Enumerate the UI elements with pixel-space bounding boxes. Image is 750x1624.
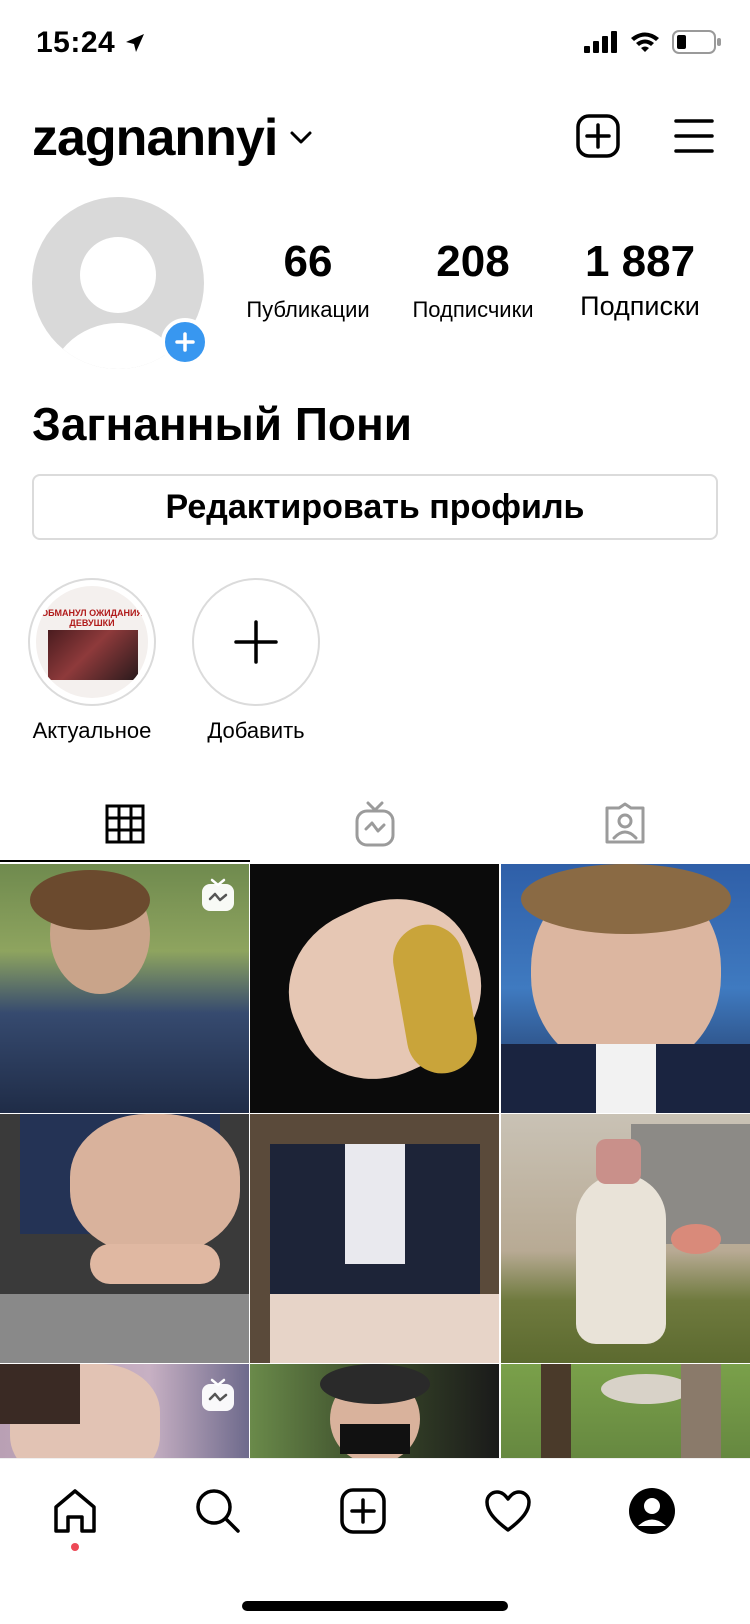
home-indicator <box>242 1601 508 1611</box>
followers-count-value: 208 <box>436 237 510 286</box>
post-thumbnail[interactable] <box>250 1364 499 1458</box>
nav-home[interactable] <box>45 1481 105 1541</box>
posts-count-value: 66 <box>283 237 333 286</box>
followers-count-label: Подписчики <box>412 297 534 322</box>
grid-icon <box>105 804 145 844</box>
new-post-button[interactable] <box>576 114 620 158</box>
photo-mushroom-cap <box>601 1374 691 1404</box>
highlight-cover[interactable]: ОБМАНУЛ ОЖИДАНИЯ ДЕВУШКИ <box>28 578 156 706</box>
status-icons <box>584 30 722 54</box>
profile-full-name: Загнанный Пони <box>32 398 413 450</box>
photo-book <box>270 1294 499 1363</box>
following-count-value: 1 887 <box>584 237 696 286</box>
status-time: 15:24 <box>36 26 147 60</box>
post-thumbnail[interactable] <box>0 1364 249 1458</box>
status-bar: 15:24 <box>0 0 750 90</box>
following-count-label: Подписки <box>580 291 700 321</box>
plus-icon <box>234 620 278 664</box>
highlight-cover-photo <box>48 630 138 680</box>
menu-button[interactable] <box>674 116 714 156</box>
photo-hair <box>0 1364 80 1424</box>
menu-icon <box>674 119 714 153</box>
posts-grid <box>0 864 750 1458</box>
nav-activity[interactable] <box>478 1481 538 1541</box>
edit-profile-button[interactable]: Редактировать профиль <box>32 474 718 540</box>
tagged-icon <box>605 802 645 844</box>
post-thumbnail[interactable] <box>0 1114 249 1363</box>
photo-statue <box>576 1174 666 1344</box>
photo-collar <box>596 1044 656 1113</box>
photo-tree <box>681 1364 721 1458</box>
nav-search[interactable] <box>188 1481 248 1541</box>
username[interactable]: zagnannyi <box>32 108 278 168</box>
post-thumbnail[interactable] <box>0 864 249 1113</box>
post-thumbnail[interactable] <box>501 864 750 1113</box>
photo-hands <box>90 1244 220 1284</box>
bottom-navigation <box>0 1458 750 1624</box>
avatar-placeholder-head <box>80 237 156 313</box>
post-thumbnail[interactable] <box>501 1114 750 1363</box>
highlight-cover-text: ОБМАНУЛ ОЖИДАНИЯ ДЕВУШКИ <box>41 608 143 628</box>
new-highlight-circle[interactable] <box>192 578 320 706</box>
profile-tabs <box>0 786 750 862</box>
followers-count[interactable]: 208 Подписчики <box>398 238 548 324</box>
photo-hair <box>30 870 150 930</box>
active-tab-indicator <box>0 860 250 862</box>
posts-count-label: Публикации <box>246 297 370 322</box>
posts-count: 66 Публикации <box>238 238 378 324</box>
following-count[interactable]: 1 887 Подписки <box>560 237 720 321</box>
location-arrow-icon <box>126 34 145 52</box>
new-post-icon <box>340 1488 386 1534</box>
highlight-label: Актуальное <box>32 718 152 743</box>
photo-ground <box>0 1294 249 1363</box>
activity-heart-icon <box>485 1490 531 1532</box>
new-highlight-label: Добавить <box>207 718 305 743</box>
igtv-icon <box>202 1378 234 1411</box>
search-icon <box>196 1489 240 1533</box>
home-icon <box>54 1489 96 1533</box>
home-activity-dot <box>71 1543 79 1551</box>
wifi-icon <box>631 32 659 52</box>
highlight-cover-image: ОБМАНУЛ ОЖИДАНИЯ ДЕВУШКИ <box>36 586 148 698</box>
photo-hair <box>320 1364 430 1404</box>
photo-shirt <box>345 1144 405 1264</box>
status-time-text: 15:24 <box>36 26 116 59</box>
nav-new-post[interactable] <box>333 1481 393 1541</box>
tab-igtv[interactable] <box>250 786 500 862</box>
profile-icon <box>629 1488 675 1534</box>
add-story-button[interactable] <box>161 318 209 366</box>
plus-icon <box>175 332 195 352</box>
photo-tree <box>541 1364 571 1458</box>
photo-hat <box>596 1139 641 1184</box>
battery-icon <box>672 30 721 54</box>
nav-profile[interactable] <box>622 1481 682 1541</box>
highlight-item[interactable]: ОБМАНУЛ ОЖИДАНИЯ ДЕВУШКИ Актуальное <box>27 578 157 744</box>
cellular-signal-icon <box>584 31 617 53</box>
post-thumbnail[interactable] <box>501 1364 750 1458</box>
igtv-icon <box>355 801 395 847</box>
photo-hair <box>521 864 731 934</box>
tab-tagged[interactable] <box>500 786 750 862</box>
photo-subject <box>70 1114 240 1254</box>
new-highlight-button[interactable]: Добавить <box>191 578 321 744</box>
tab-grid[interactable] <box>0 786 250 862</box>
post-thumbnail[interactable] <box>250 1114 499 1363</box>
photo-mask <box>340 1424 410 1454</box>
profile-header: zagnannyi <box>0 100 750 180</box>
chevron-down-icon[interactable] <box>289 130 313 146</box>
photo-mushroom <box>671 1224 721 1254</box>
account-switcher[interactable]: zagnannyi <box>32 108 313 168</box>
new-post-icon <box>576 114 620 158</box>
post-thumbnail[interactable] <box>250 864 499 1113</box>
igtv-icon <box>202 878 234 911</box>
